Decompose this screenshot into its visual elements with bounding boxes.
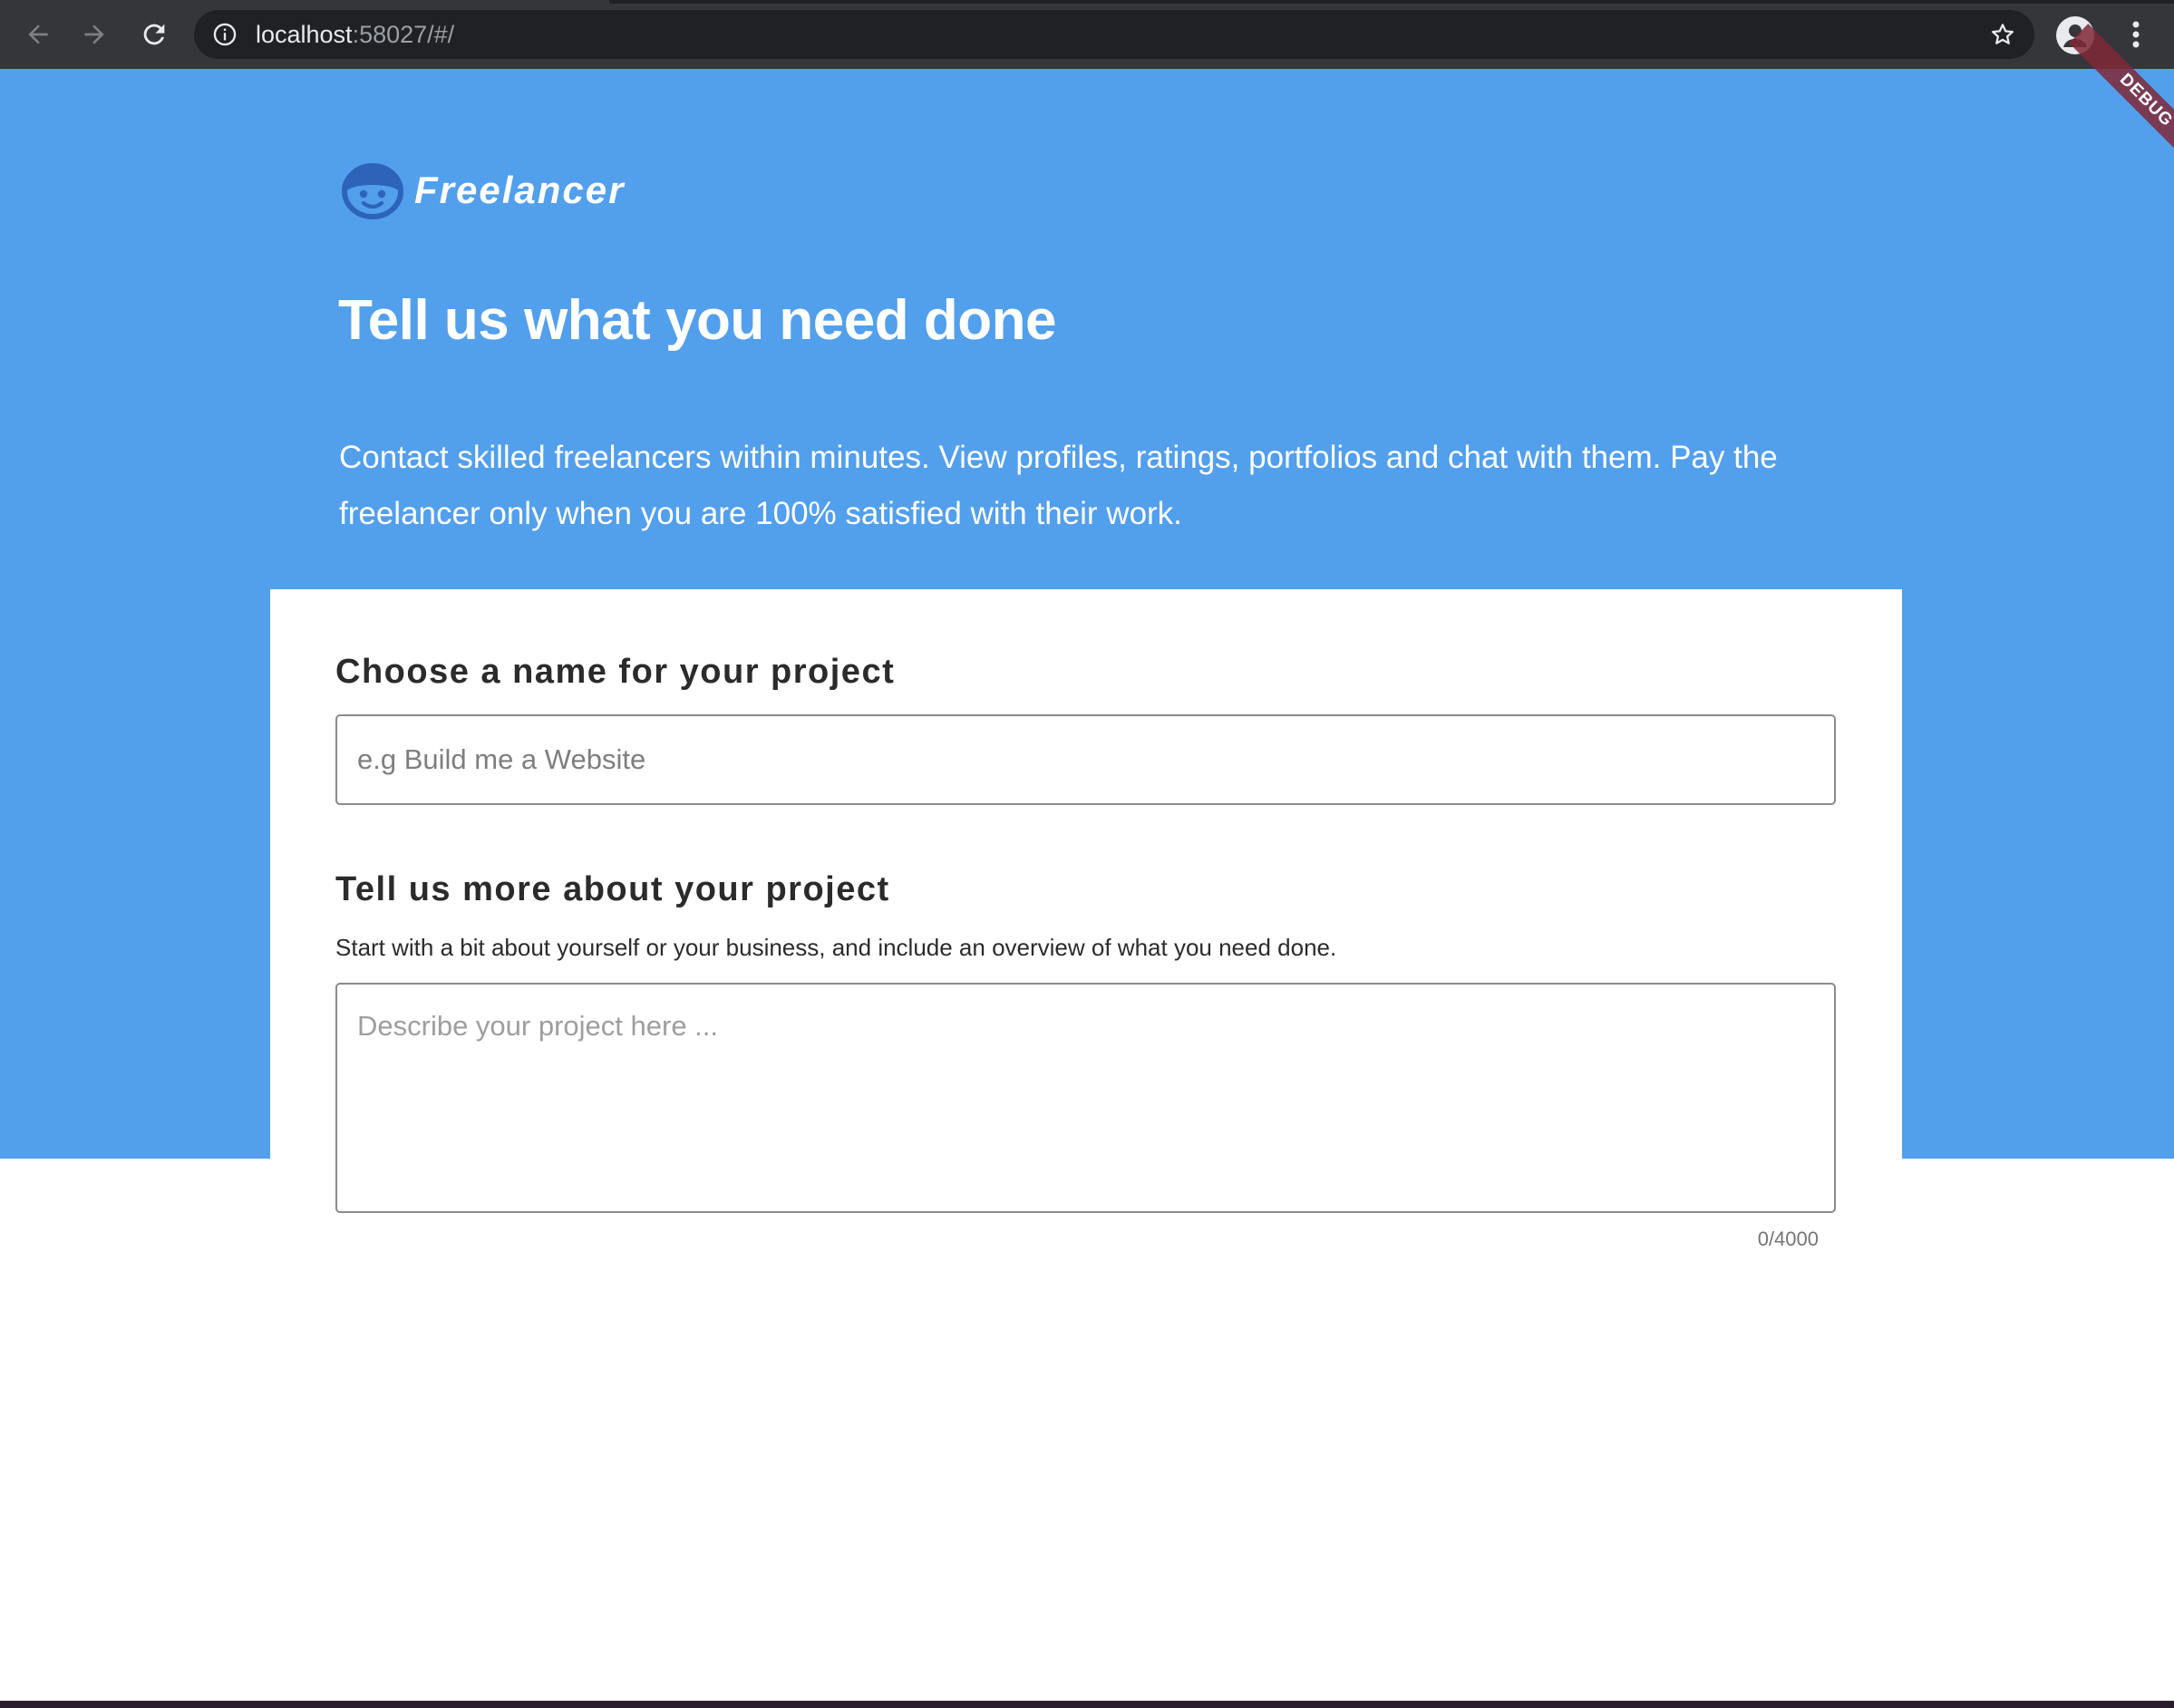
page-description: Contact skilled freelancers within minut… (339, 440, 1778, 531)
forward-arrow-icon (84, 24, 104, 44)
bookmark-star-icon[interactable] (1989, 21, 2016, 48)
info-icon[interactable] (212, 22, 238, 47)
url-host: localhost (256, 21, 353, 48)
page-title: Tell us what you need done (338, 289, 1056, 352)
character-counter: 0/4000 (1757, 1228, 1819, 1250)
url-path: :58027/#/ (352, 21, 455, 48)
back-arrow-icon (28, 24, 48, 44)
browser-menu-button[interactable] (2118, 13, 2154, 56)
project-name-label: Choose a name for your project (335, 653, 896, 691)
project-name-input[interactable] (335, 714, 1836, 805)
more-vert-icon (2132, 21, 2140, 48)
tab-strip-edge (609, 0, 2174, 4)
address-bar[interactable]: localhost:58027/#/ (194, 10, 2034, 59)
brand-name: Freelancer (414, 169, 626, 211)
project-description-textarea[interactable] (335, 983, 1836, 1213)
reload-icon (143, 24, 165, 45)
project-description-help: Start with a bit about yourself or your … (335, 934, 1337, 961)
back-button[interactable] (16, 13, 60, 56)
project-form-card: Choose a name for your project Tell us m… (270, 589, 1902, 1708)
reload-button[interactable] (132, 13, 176, 56)
url-text[interactable]: localhost:58027/#/ (256, 10, 454, 59)
browser-toolbar: localhost:58027/#/ (0, 0, 2174, 69)
project-description-label: Tell us more about your project (335, 870, 890, 908)
desktop-edge (0, 1701, 2174, 1708)
face-logo-icon (342, 163, 403, 219)
forward-button[interactable] (73, 13, 116, 56)
